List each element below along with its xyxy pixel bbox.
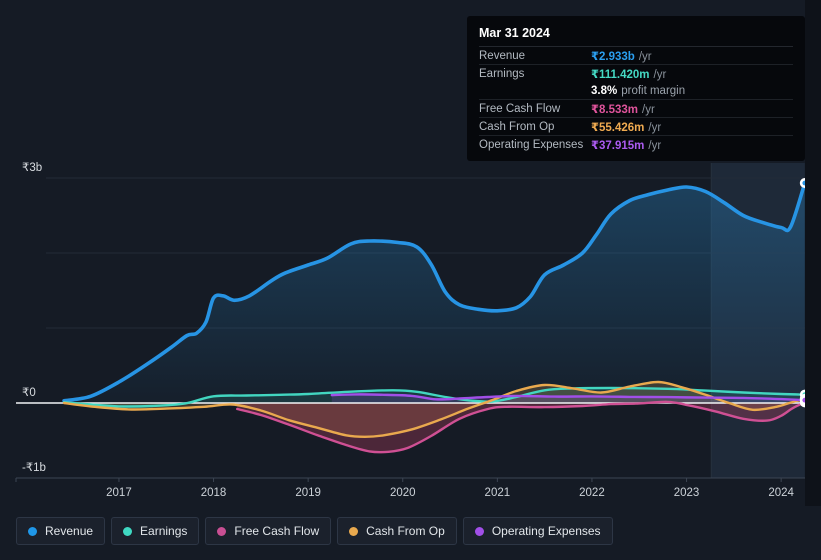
tooltip-rows: Revenue ₹2.933b/yr Earnings ₹111.420m/yr 3.8… bbox=[479, 47, 793, 153]
free-cash-flow-dot-icon bbox=[217, 526, 227, 536]
tooltip-value: ₹8.533m/yr bbox=[591, 103, 655, 116]
profit-margin-value: 3.8% bbox=[591, 84, 618, 97]
tooltip-value: ₹55.426m/yr bbox=[591, 121, 662, 134]
legend-item-operating-expenses[interactable]: Operating Expenses bbox=[462, 517, 613, 545]
tooltip-row-profit-margin: 3.8% profit margin bbox=[479, 82, 793, 99]
x-axis-label: 2019 bbox=[295, 487, 321, 499]
x-axis-label: 2020 bbox=[390, 487, 416, 499]
x-axis-label: 2021 bbox=[485, 487, 511, 499]
plot-right-margin bbox=[805, 0, 821, 506]
revenue-dot-icon bbox=[28, 526, 37, 536]
cash-from-op-dot-icon bbox=[349, 526, 359, 536]
tooltip-value: ₹111.420m/yr bbox=[591, 68, 667, 81]
x-axis-label: 2022 bbox=[579, 487, 605, 499]
earnings-dot-icon bbox=[123, 526, 133, 536]
tooltip-row-free-cash-flow: Free Cash Flow ₹8.533m/yr bbox=[479, 99, 793, 117]
profit-margin-label: profit margin bbox=[621, 84, 686, 97]
legend-label: Operating Expenses bbox=[491, 524, 601, 538]
operating-expenses-dot-icon bbox=[474, 526, 484, 536]
tooltip-label: Free Cash Flow bbox=[479, 102, 561, 115]
x-axis-label: 2017 bbox=[106, 487, 132, 499]
legend-label: Earnings bbox=[140, 524, 188, 538]
tooltip-label: Earnings bbox=[479, 67, 525, 80]
chart-legend: Revenue Earnings Free Cash Flow Cash From O… bbox=[16, 517, 613, 545]
tooltip-value: ₹37.915m/yr bbox=[591, 139, 662, 152]
legend-label: Free Cash Flow bbox=[234, 524, 320, 538]
tooltip-label: Revenue bbox=[479, 49, 526, 62]
legend-item-cash-from-op[interactable]: Cash From Op bbox=[337, 517, 457, 545]
financial-history-chart: 2017 2018 2019 2020 2021 2022 2023 2024 ₹3b ₹0 -₹1… bbox=[0, 0, 821, 560]
x-axis-label: 2024 bbox=[768, 487, 794, 499]
tooltip-row-operating-expenses: Operating Expenses ₹37.915m/yr bbox=[479, 135, 793, 153]
tooltip-label: Cash From Op bbox=[479, 120, 555, 133]
legend-item-earnings[interactable]: Earnings bbox=[111, 517, 200, 545]
tooltip-row-earnings: Earnings ₹111.420m/yr bbox=[479, 64, 793, 82]
y-axis-label: -₹1b bbox=[22, 462, 46, 474]
y-axis-label: ₹3b bbox=[22, 162, 42, 174]
chart-tooltip: Mar 31 2024 Revenue ₹2.933b/yr Earnings ₹11… bbox=[467, 16, 805, 161]
legend-label: Revenue bbox=[45, 524, 94, 538]
tooltip-date: Mar 31 2024 bbox=[479, 21, 793, 47]
revenue-area bbox=[64, 183, 805, 403]
tooltip-row-cash-from-op: Cash From Op ₹55.426m/yr bbox=[479, 117, 793, 135]
x-axis-label: 2023 bbox=[674, 487, 700, 499]
x-axis-label: 2018 bbox=[201, 487, 227, 499]
tooltip-row-revenue: Revenue ₹2.933b/yr bbox=[479, 47, 793, 64]
tooltip-value: ₹2.933b/yr bbox=[591, 50, 652, 63]
legend-item-free-cash-flow[interactable]: Free Cash Flow bbox=[205, 517, 332, 545]
legend-item-revenue[interactable]: Revenue bbox=[16, 517, 106, 545]
tooltip-label: Operating Expenses bbox=[479, 138, 584, 151]
y-axis-label: ₹0 bbox=[22, 387, 36, 399]
legend-label: Cash From Op bbox=[366, 524, 445, 538]
